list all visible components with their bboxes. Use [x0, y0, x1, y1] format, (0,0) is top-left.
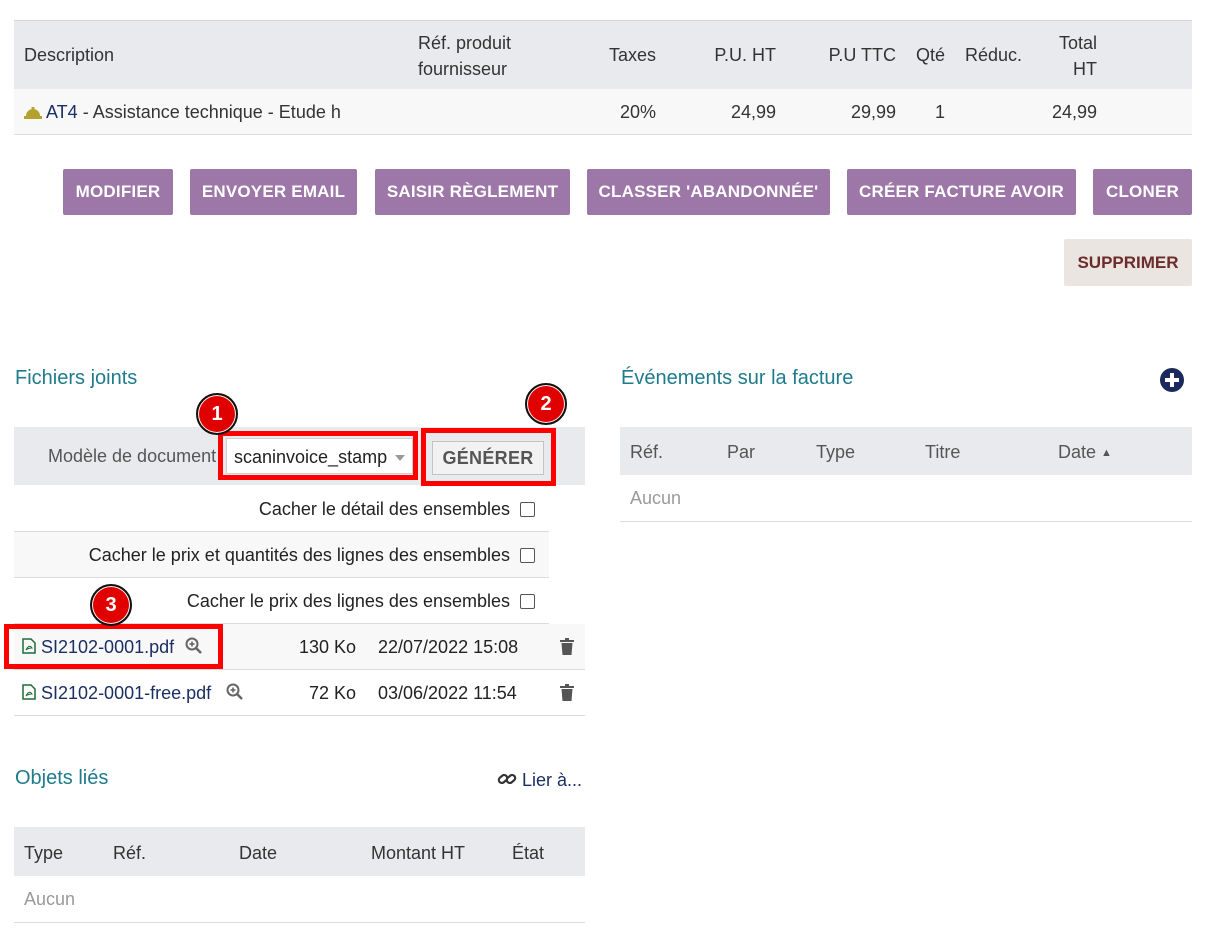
col-amount-ht: Montant HT — [371, 843, 466, 863]
option-checkbox[interactable] — [520, 548, 535, 563]
line-pu-ht: 24,99 — [730, 102, 776, 122]
option-label: Cacher le prix et quantités des lignes d… — [88, 545, 510, 565]
link-to-button[interactable]: Lier à... — [497, 767, 582, 793]
option-label: Cacher le prix des lignes des ensembles — [186, 591, 510, 611]
link-icon — [497, 773, 517, 785]
delete-button[interactable]: SUPPRIMER — [1064, 239, 1192, 286]
col-type: Type — [24, 843, 64, 863]
events-section-title: Événements sur la facture — [621, 367, 854, 389]
col-description: Description — [24, 45, 115, 65]
events-empty-text: Aucun — [630, 488, 682, 508]
col-pu-ttc: P.U TTC — [828, 45, 896, 65]
enter-payment-button[interactable]: SAISIR RÈGLEMENT — [375, 169, 570, 215]
linked-section-title: Objets liés — [15, 767, 109, 789]
highlight-box-model-select — [218, 431, 418, 480]
events-table-header: Réf. Par Type Titre Date ▲ — [620, 427, 1192, 475]
modify-button[interactable]: MODIFIER — [63, 169, 173, 215]
line-qty: 1 — [934, 102, 945, 122]
line-product-link[interactable]: AT4 — [46, 102, 78, 122]
col-date: Date — [239, 843, 278, 863]
invoice-line-row: AT4 - Assistance technique - Etude h 20%… — [14, 89, 1192, 135]
link-to-label: Lier à... — [522, 770, 583, 790]
annotation-badge-1: 1 — [196, 393, 238, 435]
col-total-ht: Total HT — [1058, 33, 1097, 79]
lines-table-header: Description Réf. produit fournisseur Tax… — [14, 20, 1192, 89]
sort-asc-icon: ▲ — [1101, 447, 1112, 459]
file-name-cell: SI2102-0001-free.pdf — [22, 680, 244, 706]
highlight-box-generate — [421, 428, 556, 486]
classify-abandoned-button[interactable]: CLASSER 'ABANDONNÉE' — [587, 169, 830, 215]
line-pu-ttc: 29,99 — [850, 102, 896, 122]
trash-icon[interactable] — [560, 638, 574, 655]
clone-button[interactable]: CLONER — [1093, 169, 1192, 215]
add-event-icon[interactable] — [1159, 367, 1185, 393]
file-date: 03/06/2022 11:54 — [378, 683, 517, 703]
file-date: 22/07/2022 15:08 — [378, 637, 519, 657]
linked-empty-row: Aucun — [14, 876, 585, 923]
events-empty-row: Aucun — [620, 475, 1192, 522]
col-type[interactable]: Type — [816, 439, 855, 465]
col-taxes: Taxes — [608, 45, 656, 65]
line-total-ht: 24,99 — [1051, 102, 1097, 122]
option-checkbox[interactable] — [520, 502, 535, 517]
file-size: 72 Ko — [308, 683, 356, 703]
line-label: - Assistance technique - Etude h — [77, 102, 341, 122]
col-date[interactable]: Date ▲ — [1058, 439, 1112, 466]
col-discount: Réduc. — [965, 45, 1023, 65]
col-by[interactable]: Par — [727, 439, 755, 465]
file-size: 130 Ko — [298, 637, 356, 657]
col-ref[interactable]: Réf. — [630, 439, 663, 465]
line-tax: 20% — [619, 102, 656, 122]
trash-icon[interactable] — [560, 684, 574, 701]
pdf-file-icon — [22, 684, 36, 700]
option-checkbox[interactable] — [520, 594, 535, 609]
annotation-badge-3: 3 — [90, 584, 132, 626]
highlight-box-file — [4, 624, 223, 669]
col-status: État — [512, 843, 545, 863]
option-row: Cacher le détail des ensembles — [14, 486, 549, 532]
col-title[interactable]: Titre — [925, 439, 960, 465]
col-pu-ht: P.U. HT — [714, 45, 776, 65]
option-row: Cacher le prix et quantités des lignes d… — [14, 532, 549, 578]
zoom-in-icon[interactable] — [226, 683, 244, 701]
col-qty: Qté — [915, 45, 945, 65]
file-row: SI2102-0001-free.pdf 72 Ko 03/06/2022 11… — [14, 670, 585, 716]
col-ref: Réf. — [113, 843, 147, 863]
annotation-badge-2: 2 — [525, 383, 567, 425]
linked-table-header: Type Réf. Date Montant HT État — [14, 827, 585, 876]
file-link[interactable]: SI2102-0001-free.pdf — [41, 683, 211, 703]
service-bell-icon — [24, 107, 42, 119]
document-model-label: Modèle de document — [48, 446, 217, 466]
line-description: AT4 - Assistance technique - Etude h — [24, 99, 341, 125]
files-section-title: Fichiers joints — [15, 367, 138, 389]
col-date-label: Date — [1058, 442, 1097, 462]
col-ref: Réf. produit fournisseur — [418, 33, 512, 79]
option-label: Cacher le détail des ensembles — [258, 499, 510, 519]
send-email-button[interactable]: ENVOYER EMAIL — [190, 169, 357, 215]
create-credit-note-button[interactable]: CRÉER FACTURE AVOIR — [847, 169, 1076, 215]
linked-empty-text: Aucun — [24, 889, 76, 909]
